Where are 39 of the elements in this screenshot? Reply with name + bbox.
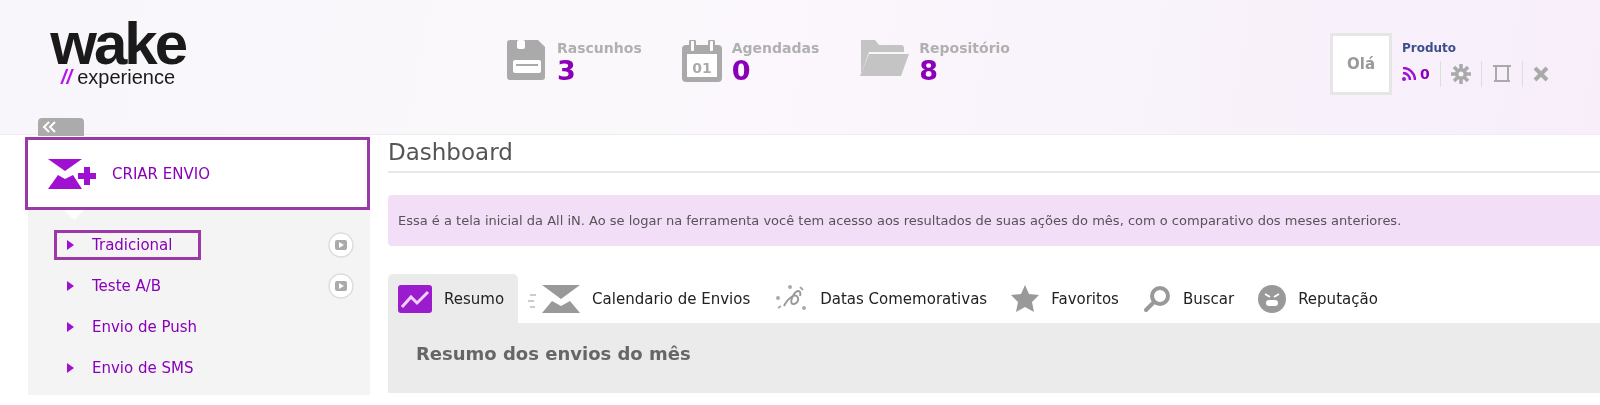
angry-face-icon <box>1258 284 1287 313</box>
play-video-icon[interactable] <box>328 232 354 258</box>
double-chevron-icon <box>42 121 56 133</box>
caret-icon <box>67 322 74 332</box>
play-video-icon[interactable] <box>328 273 354 299</box>
sidebar-item[interactable]: Envio de Push <box>54 312 227 342</box>
stat-count[interactable]: 0 <box>731 56 820 86</box>
collapse-sidebar-button[interactable] <box>38 118 84 136</box>
envelope-icon <box>528 284 581 313</box>
stat-label: Repositório <box>919 40 1010 56</box>
tab[interactable]: Resumo <box>388 274 519 323</box>
sidebar-item[interactable]: Envio de SMS <box>54 353 223 383</box>
folder-icon <box>859 40 910 76</box>
caret-icon <box>67 363 74 373</box>
page-title: Dashboard <box>388 139 1600 173</box>
sidebar-item[interactable]: Teste A/B <box>54 271 191 301</box>
caret-icon <box>67 281 74 291</box>
star-icon <box>1011 285 1040 312</box>
logo-slashes: // <box>61 66 73 89</box>
sidebar-item[interactable]: Tradicional <box>54 230 202 260</box>
logo-wordmark: wake <box>50 22 185 66</box>
stat-count[interactable]: 8 <box>919 56 1010 86</box>
feed-count[interactable]: 0 <box>1402 66 1430 82</box>
close-icon[interactable] <box>1532 66 1549 82</box>
stat-count[interactable]: 3 <box>557 56 642 86</box>
stat-label: Rascunhos <box>557 40 642 56</box>
caret-icon <box>67 240 74 250</box>
scroll-icon[interactable] <box>1491 64 1512 84</box>
stat-label: Agendadas <box>731 40 820 56</box>
panel-title: Resumo dos envios do mês <box>416 343 692 364</box>
rss-icon <box>1402 67 1416 81</box>
logo-tagline: experience <box>77 66 175 89</box>
search-icon <box>1142 284 1171 313</box>
settings-icon[interactable] <box>1450 64 1471 84</box>
line-chart-icon <box>398 284 432 313</box>
create-send-button[interactable]: CRIAR ENVIO <box>25 137 370 210</box>
user-greeting: Olá <box>1330 33 1392 95</box>
info-banner: Essa é a tela inicial da All iN. Ao se logar na ferramenta você tem acesso aos resultados de suas ações do mês, com o comparativo dos meses anteriores. <box>388 195 1600 246</box>
product-name: Produto <box>1402 41 1458 55</box>
